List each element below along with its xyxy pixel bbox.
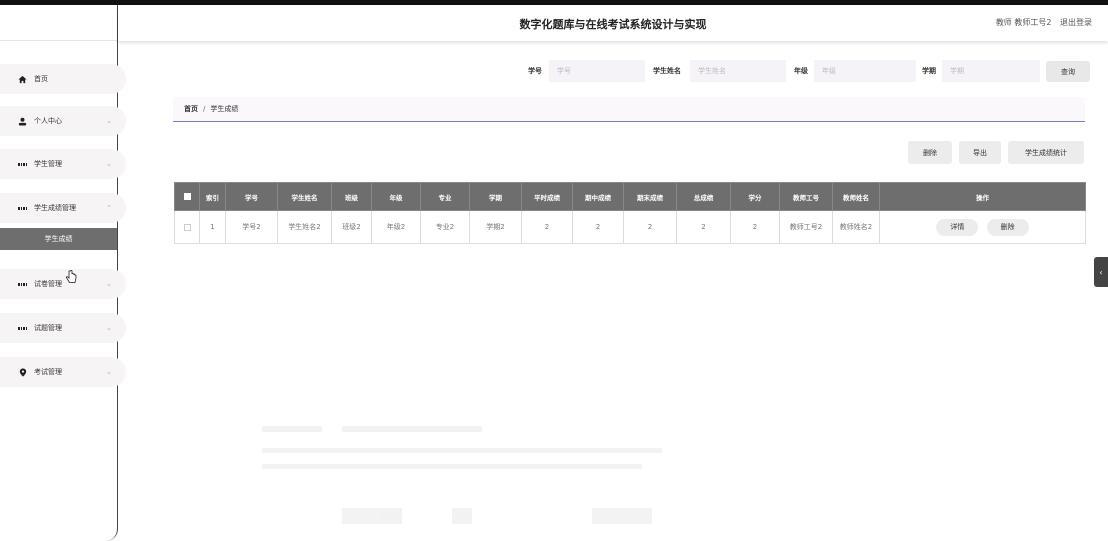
table-cell: 学号2: [225, 210, 278, 244]
page-title: 数字化题库与在线考试系统设计与实现: [519, 18, 707, 31]
table-cell: 2: [676, 210, 731, 244]
select-all-checkbox[interactable]: [183, 193, 191, 200]
column-header: 学分: [730, 182, 780, 211]
table-cell: 学生姓名2: [277, 210, 332, 244]
column-header: 教师姓名: [832, 182, 880, 211]
student-name-input[interactable]: [690, 60, 786, 82]
chevron-up-icon: ⌃: [106, 204, 112, 212]
table-cell: 教师工号2: [779, 210, 833, 244]
grid-icon: [18, 204, 27, 213]
column-header: 学期: [469, 182, 522, 211]
column-header: 期中成绩: [572, 182, 624, 211]
column-header: 学号: [225, 182, 278, 211]
column-header: 索引: [199, 182, 226, 211]
delete-button[interactable]: 删除: [908, 141, 952, 164]
hand-cursor-icon: [65, 269, 77, 287]
chevron-down-icon: ⌄: [106, 280, 112, 288]
table-cell: 年级2: [371, 210, 421, 244]
sidebar-item-exam-management[interactable]: 考试管理 ⌄: [0, 357, 126, 387]
sidebar-item-score-management[interactable]: 学生成绩管理 ⌃: [0, 193, 126, 223]
pin-icon: [18, 367, 27, 377]
chevron-down-icon: ⌄: [106, 160, 112, 168]
student-name-label: 学生姓名: [653, 67, 681, 75]
sidebar-item-label: 个人中心: [34, 117, 62, 125]
table-cell: 学期2: [469, 210, 522, 244]
sidebar-item-label: 试卷管理: [34, 280, 62, 288]
table-cell: 专业2: [420, 210, 470, 244]
sidebar-item-label: 考试管理: [34, 368, 62, 376]
detail-button[interactable]: 详情: [936, 218, 979, 236]
chevron-down-icon: ⌄: [106, 117, 112, 125]
sidebar-subitem-student-scores[interactable]: 学生成绩: [0, 228, 117, 250]
sidebar-item-label: 学生成绩管理: [34, 204, 76, 212]
term-input[interactable]: [942, 60, 1040, 82]
user-info: 教师 教师工号2 退出登录: [996, 17, 1092, 28]
grid-icon: [18, 280, 27, 289]
sidebar-header: [0, 5, 117, 41]
column-header: 班级: [331, 182, 372, 211]
export-button[interactable]: 导出: [959, 141, 1001, 164]
sidebar-item-paper-management[interactable]: 试卷管理 ⌄: [0, 269, 126, 299]
column-header: 教师工号: [779, 182, 833, 211]
home-icon: [18, 75, 27, 84]
breadcrumb-current: 学生成绩: [210, 105, 239, 113]
app-header: 数字化题库与在线考试系统设计与实现 教师 教师工号2 退出登录: [118, 5, 1108, 41]
user-label: 教师 教师工号2: [995, 18, 1052, 27]
score-stats-button[interactable]: 学生成绩统计: [1008, 141, 1084, 164]
breadcrumb: 首页 / 学生成绩: [173, 97, 1085, 122]
table-row: 1 学号2 学生姓名2 班级2 年级2 专业2 学期2 2 2 2 2 2 教师…: [174, 210, 1086, 244]
grid-icon: [18, 160, 27, 169]
table-cell: 2: [623, 210, 677, 244]
column-header: 期末成绩: [623, 182, 677, 211]
select-all-header[interactable]: [174, 182, 200, 211]
background-watermark: [262, 418, 682, 538]
column-header: 专业: [420, 182, 470, 211]
logout-link[interactable]: 退出登录: [1060, 18, 1092, 27]
table-header-row: 索引 学号 学生姓名 班级 年级 专业 学期 平时成绩 期中成绩 期末成绩 总成…: [174, 182, 1086, 211]
column-header: 年级: [371, 182, 421, 211]
breadcrumb-separator: /: [203, 105, 206, 113]
table-cell: 教师姓名2: [832, 210, 880, 244]
grid-icon: [18, 324, 27, 333]
sidebar-item-student-management[interactable]: 学生管理 ⌄: [0, 149, 126, 179]
row-delete-button[interactable]: 删除: [986, 218, 1029, 236]
query-button[interactable]: 查询: [1046, 61, 1090, 82]
table-cell: 班级2: [331, 210, 372, 244]
table-cell: 2: [730, 210, 780, 244]
chevron-down-icon: ⌄: [106, 368, 112, 376]
grade-label: 年级: [794, 67, 808, 75]
collapse-tab[interactable]: ‹: [1094, 257, 1108, 287]
sidebar-item-question-management[interactable]: 试题管理 ⌄: [0, 313, 126, 343]
breadcrumb-home[interactable]: 首页: [184, 104, 198, 114]
column-header: 总成绩: [676, 182, 731, 211]
sidebar-item-label: 首页: [34, 75, 48, 83]
table-cell: 2: [572, 210, 624, 244]
row-select-cell[interactable]: [174, 210, 200, 244]
chevron-down-icon: ⌄: [106, 324, 112, 332]
row-checkbox[interactable]: [183, 223, 191, 231]
sidebar-item-label: 学生管理: [34, 160, 62, 168]
grade-input[interactable]: [814, 60, 916, 82]
sidebar-item-label: 试题管理: [34, 324, 62, 332]
student-id-label: 学号: [528, 67, 542, 75]
user-icon: [18, 117, 27, 126]
column-header: 学生姓名: [277, 182, 332, 211]
term-label: 学期: [922, 67, 936, 75]
table-cell: 2: [521, 210, 573, 244]
row-actions-cell: 详情 删除: [879, 210, 1086, 244]
sidebar-item-profile[interactable]: 个人中心 ⌄: [0, 106, 126, 136]
student-id-input[interactable]: [549, 60, 645, 82]
table-cell: 1: [199, 210, 226, 244]
scores-table: 索引 学号 学生姓名 班级 年级 专业 学期 平时成绩 期中成绩 期末成绩 总成…: [174, 182, 1086, 244]
column-header: 平时成绩: [521, 182, 573, 211]
sidebar-item-home[interactable]: 首页: [0, 64, 126, 94]
column-header: 操作: [879, 182, 1086, 211]
